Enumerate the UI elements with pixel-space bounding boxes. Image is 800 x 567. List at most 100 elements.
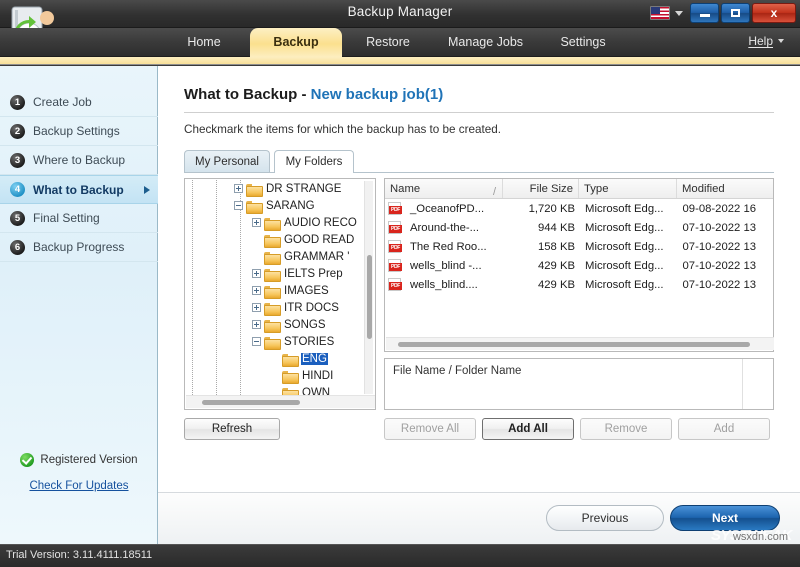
scrollbar-thumb[interactable]	[202, 400, 300, 405]
sidebar-item-final-setting[interactable]: 5 Final Setting	[0, 204, 158, 233]
file-list-header: Name / File Size Type Modified	[385, 179, 773, 199]
tab-manage-jobs[interactable]: Manage Jobs	[434, 28, 537, 57]
tab-my-personal[interactable]: My Personal	[184, 150, 270, 173]
tree-node[interactable]: OWN	[186, 384, 367, 395]
selected-items-panel[interactable]: File Name / Folder Name	[384, 358, 774, 410]
file-modified: 07-10-2022 13	[682, 278, 757, 291]
sidebar-item-create-job[interactable]: 1 Create Job	[0, 88, 158, 117]
refresh-button[interactable]: Refresh	[184, 418, 280, 440]
remove-button[interactable]: Remove	[580, 418, 672, 440]
table-row[interactable]: wells_blind -... 429 KB Microsoft Edg...…	[385, 256, 773, 275]
tree-node-label: STORIES	[284, 335, 335, 348]
tab-my-folders[interactable]: My Folders	[274, 150, 354, 173]
tree-node[interactable]: ITR DOCS	[186, 299, 367, 316]
tab-home[interactable]: Home	[158, 28, 250, 57]
expand-icon[interactable]	[252, 286, 261, 295]
tree-node-selected[interactable]: ENG	[186, 350, 367, 367]
page-title-job-name: New backup job(1)	[310, 86, 444, 103]
step-number-badge: 4	[10, 182, 25, 197]
expand-icon[interactable]	[252, 218, 261, 227]
step-number-badge: 2	[10, 123, 25, 139]
tree-node[interactable]: GRAMMAR '	[186, 248, 367, 265]
expand-icon[interactable]	[252, 269, 261, 278]
registered-label: Registered Version	[40, 454, 138, 466]
tree-node[interactable]: AUDIO RECO	[186, 214, 367, 231]
file-modified: 09-08-2022 16	[682, 202, 757, 215]
table-row[interactable]: Around-the-... 944 KB Microsoft Edg... 0…	[385, 218, 773, 237]
expand-icon[interactable]	[252, 303, 261, 312]
column-header-modified[interactable]: Modified	[677, 179, 773, 198]
tree-node[interactable]: HINDI	[186, 367, 367, 384]
file-type: Microsoft Edg...	[585, 202, 664, 215]
file-size: 429 KB	[537, 259, 576, 272]
sidebar-item-what-to-backup[interactable]: 4 What to Backup	[0, 175, 158, 204]
table-row[interactable]: _OceanofPD... 1,720 KB Microsoft Edg... …	[385, 199, 773, 218]
folder-icon	[282, 387, 299, 395]
leaf-spacer-icon	[270, 371, 279, 380]
table-row[interactable]: wells_blind.... 429 KB Microsoft Edg... …	[385, 275, 773, 294]
expand-icon[interactable]	[234, 184, 243, 193]
us-flag-icon[interactable]	[650, 6, 670, 20]
step-number-badge: 3	[10, 152, 25, 168]
check-for-updates-link[interactable]: Check For Updates	[0, 480, 158, 492]
registration-box: Registered Version Check For Updates	[0, 453, 158, 492]
scrollbar-thumb[interactable]	[398, 342, 750, 347]
sidebar-item-backup-progress[interactable]: 6 Backup Progress	[0, 233, 158, 262]
tree-node[interactable]: SONGS	[186, 316, 367, 333]
tab-backup[interactable]: Backup	[250, 28, 342, 57]
collapse-icon[interactable]	[234, 201, 243, 210]
minimize-button[interactable]	[690, 3, 719, 23]
remove-all-button[interactable]: Remove All	[384, 418, 476, 440]
pdf-file-icon	[388, 202, 402, 215]
sidebar-item-label: Where to Backup	[33, 153, 126, 167]
maximize-button[interactable]	[721, 3, 750, 23]
tree-node[interactable]: GOOD READ	[186, 231, 367, 248]
file-list-panel[interactable]: Name / File Size Type Modified _OceanofP…	[384, 178, 774, 352]
tree-node[interactable]: SARANG	[186, 197, 367, 214]
help-menu[interactable]: Help	[748, 34, 784, 48]
file-modified: 07-10-2022 13	[682, 221, 757, 234]
scrollbar-thumb[interactable]	[367, 255, 372, 339]
sidebar-item-label: Create Job	[33, 95, 92, 109]
tree-node-label: IELTS Prep	[284, 267, 343, 280]
file-size: 158 KB	[537, 240, 576, 253]
registered-status: Registered Version	[0, 453, 158, 467]
tree-node-label: HINDI	[302, 369, 334, 382]
folder-tree-panel[interactable]: DR STRANGE SARANG AUDIO RECO GOOD READ G…	[184, 178, 376, 410]
tree-horizontal-scrollbar[interactable]	[186, 395, 375, 408]
sidebar-item-backup-settings[interactable]: 2 Backup Settings	[0, 117, 158, 146]
column-header-type[interactable]: Type	[579, 179, 677, 198]
tree-node[interactable]: STORIES	[186, 333, 367, 350]
folder-icon	[264, 302, 281, 316]
tree-vertical-scrollbar[interactable]	[364, 181, 373, 394]
tree-node[interactable]: IMAGES	[186, 282, 367, 299]
file-name: The Red Roo...	[410, 240, 487, 253]
chevron-down-icon[interactable]	[675, 10, 683, 16]
tree-node[interactable]: IELTS Prep	[186, 265, 367, 282]
sidebar-item-where-to-backup[interactable]: 3 Where to Backup	[0, 146, 158, 175]
collapse-icon[interactable]	[252, 337, 261, 346]
expand-icon[interactable]	[252, 320, 261, 329]
close-button[interactable]: x	[752, 3, 796, 23]
sidebar-item-label: Final Setting	[33, 211, 100, 225]
add-all-button[interactable]: Add All	[482, 418, 574, 440]
column-header-label: Name	[390, 183, 421, 195]
watermark-url: wsxdn.com	[732, 531, 788, 543]
file-list-horizontal-scrollbar[interactable]	[386, 337, 774, 350]
table-row[interactable]: The Red Roo... 158 KB Microsoft Edg... 0…	[385, 237, 773, 256]
column-header-file-size[interactable]: File Size	[503, 179, 579, 198]
nav-tabs: Home Backup Restore Manage Jobs Settings	[158, 28, 629, 57]
application-window: Backup Manager x Home Backup Restore Man…	[0, 0, 800, 567]
column-header-name[interactable]: Name /	[385, 179, 503, 198]
tree-node[interactable]: DR STRANGE	[186, 180, 367, 197]
tree-node-label: SONGS	[284, 318, 326, 331]
add-button[interactable]: Add	[678, 418, 770, 440]
title-divider	[184, 112, 774, 113]
file-name: wells_blind....	[410, 278, 478, 291]
tab-settings[interactable]: Settings	[537, 28, 629, 57]
file-type: Microsoft Edg...	[585, 259, 664, 272]
previous-button[interactable]: Previous	[546, 505, 664, 531]
tab-restore[interactable]: Restore	[342, 28, 434, 57]
content-area: What to Backup - New backup job(1) Check…	[158, 66, 800, 544]
window-controls: x	[650, 3, 796, 23]
